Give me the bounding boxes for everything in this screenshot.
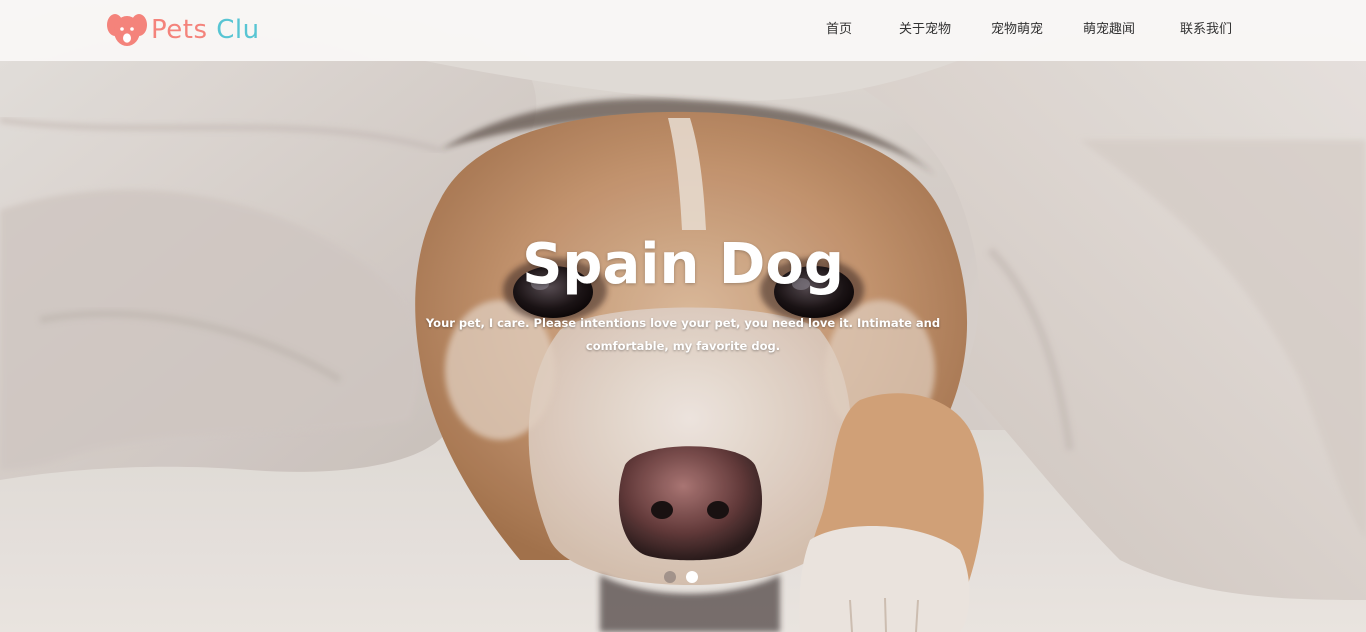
page: Pets Clu 首页 关于宠物 宠物萌宠 萌宠趣闻 联系我们 Spain Do… xyxy=(0,0,1366,632)
nav-item-cute-pets[interactable]: 宠物萌宠 xyxy=(991,20,1043,40)
slider-dot-2-active[interactable] xyxy=(686,571,698,583)
main-nav: 首页 关于宠物 宠物萌宠 萌宠趣闻 联系我们 xyxy=(0,0,1366,61)
hero-title: Spain Dog xyxy=(522,232,844,297)
hero-caption: Spain Dog Your pet, I care. Please inten… xyxy=(383,226,983,358)
slider-pagination xyxy=(664,571,698,585)
site-header: Pets Clu 首页 关于宠物 宠物萌宠 萌宠趣闻 联系我们 xyxy=(0,0,1366,61)
nav-item-pet-stories[interactable]: 萌宠趣闻 xyxy=(1083,20,1135,40)
slider-dot-1[interactable] xyxy=(664,571,676,583)
nav-item-contact[interactable]: 联系我们 xyxy=(1180,20,1232,40)
nav-item-about-pets[interactable]: 关于宠物 xyxy=(899,20,951,40)
nav-item-home[interactable]: 首页 xyxy=(826,20,852,40)
hero-description: Your pet, I care. Please intentions love… xyxy=(425,316,941,353)
